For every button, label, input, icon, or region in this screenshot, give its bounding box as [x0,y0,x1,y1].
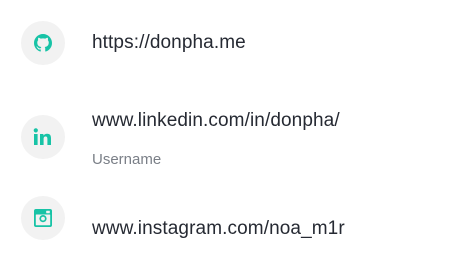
instagram-link[interactable]: www.instagram.com/noa_m1r [0,176,452,264]
linkedin-icon-badge [21,115,65,159]
instagram-icon [34,209,52,227]
linkedin-caption: Username [92,151,162,168]
instagram-url[interactable]: www.instagram.com/noa_m1r [92,218,345,240]
github-url[interactable]: https://donpha.me [92,32,246,54]
github-link[interactable]: https://donpha.me [0,0,452,88]
github-icon [34,34,52,52]
linkedin-link[interactable]: www.linkedin.com/in/donpha/ Username [0,88,452,176]
linkedin-url[interactable]: www.linkedin.com/in/donpha/ [92,110,340,132]
instagram-icon-badge [21,196,65,240]
linkedin-icon [33,128,51,145]
github-icon-badge [21,21,65,65]
